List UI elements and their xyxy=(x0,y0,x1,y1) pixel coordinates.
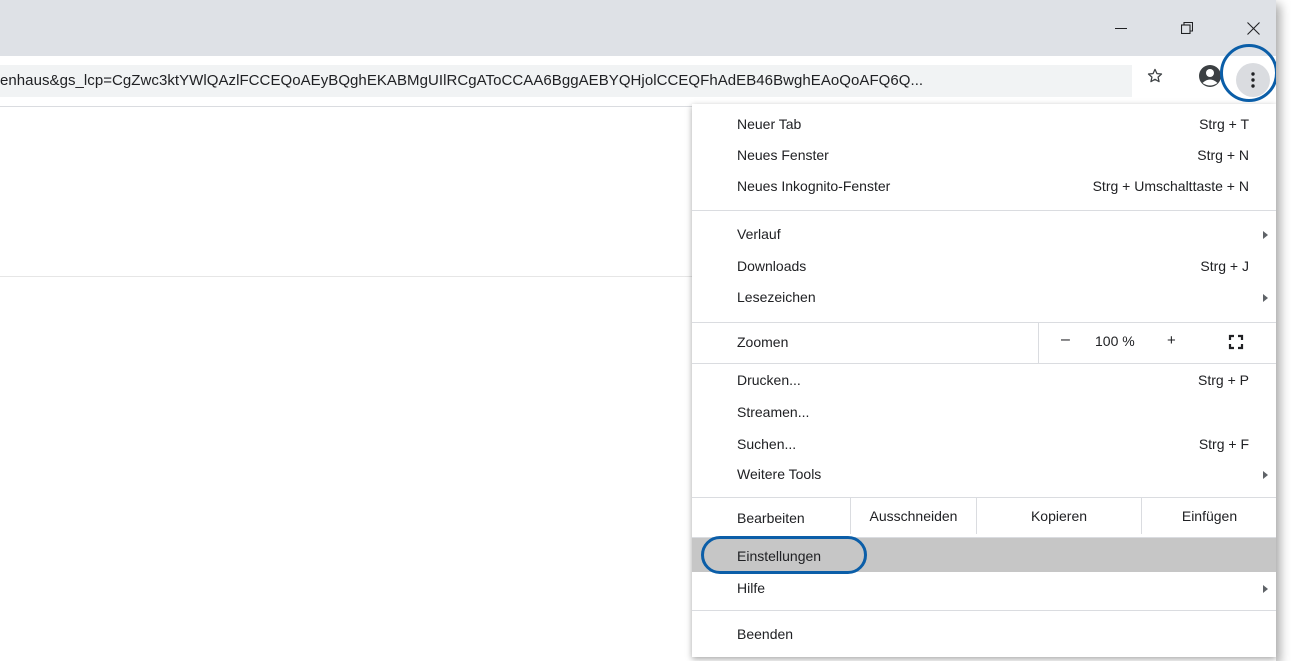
menu-item-label: Neuer Tab xyxy=(737,116,802,132)
menu-item-shortcut: Strg + P xyxy=(1198,372,1249,388)
address-url[interactable]: enhaus&gs_lcp=CgZwc3ktYWlQAzlFCCEQoAEyBQ… xyxy=(0,65,1122,97)
menu-item-label: Bearbeiten xyxy=(737,510,805,526)
menu-item-label: Streamen... xyxy=(737,404,810,420)
submenu-arrow-icon xyxy=(1263,231,1268,239)
zoom-controls: – 100 % + xyxy=(1038,322,1276,363)
menu-item-label: Neues Inkognito-Fenster xyxy=(737,178,891,194)
browser-main-menu: Neuer Tab Strg + T Neues Fenster Strg + … xyxy=(692,104,1276,657)
menu-item-shortcut: Strg + J xyxy=(1200,258,1249,274)
menu-item-label: Neues Fenster xyxy=(737,147,829,163)
menu-item-label: Drucken... xyxy=(737,372,801,388)
menu-item-label: Suchen... xyxy=(737,436,797,452)
copy-button[interactable]: Kopieren xyxy=(976,498,1141,534)
menu-item-new-window[interactable]: Neues Fenster Strg + N xyxy=(692,141,1276,171)
menu-item-label: Beenden xyxy=(737,626,794,642)
minimize-icon xyxy=(1115,28,1127,29)
menu-item-label: Weitere Tools xyxy=(737,466,822,482)
menu-item-zoom: Zoomen – 100 % + xyxy=(692,322,1276,364)
menu-item-label: Hilfe xyxy=(737,580,766,596)
menu-separator xyxy=(692,363,1276,364)
restore-button[interactable] xyxy=(1164,10,1210,46)
title-bar xyxy=(0,0,1276,56)
menu-item-label: Zoomen xyxy=(737,334,789,350)
bookmark-star-button[interactable] xyxy=(1144,65,1166,87)
menu-item-bookmarks[interactable]: Lesezeichen xyxy=(692,283,1276,313)
paste-button[interactable]: Einfügen xyxy=(1141,498,1276,534)
menu-separator xyxy=(692,610,1276,611)
menu-item-label: Lesezeichen xyxy=(737,289,816,305)
page-divider xyxy=(0,276,692,277)
menu-item-label: Downloads xyxy=(737,258,807,274)
menu-item-find[interactable]: Suchen... Strg + F xyxy=(692,430,1276,460)
menu-item-print[interactable]: Drucken... Strg + P xyxy=(692,366,1276,396)
highlight-ring-settings xyxy=(701,536,867,574)
bookmark-star-icon xyxy=(1147,68,1163,83)
fullscreen-button[interactable] xyxy=(1227,333,1245,351)
menu-item-label: Verlauf xyxy=(737,226,781,242)
browser-window: enhaus&gs_lcp=CgZwc3ktYWlQAzlFCCEQoAEyBQ… xyxy=(0,0,1276,661)
menu-item-history[interactable]: Verlauf xyxy=(692,220,1276,250)
menu-item-new-incognito-window[interactable]: Neues Inkognito-Fenster Strg + Umschaltt… xyxy=(692,172,1276,202)
zoom-in-button[interactable]: + xyxy=(1167,332,1176,349)
menu-item-shortcut: Strg + F xyxy=(1198,436,1249,452)
menu-separator xyxy=(692,210,1276,211)
menu-item-shortcut: Strg + T xyxy=(1199,116,1249,132)
menu-item-new-tab[interactable]: Neuer Tab Strg + T xyxy=(692,110,1276,140)
submenu-arrow-icon xyxy=(1263,471,1268,479)
submenu-arrow-icon xyxy=(1263,585,1268,593)
menu-item-help[interactable]: Hilfe xyxy=(692,574,1276,604)
menu-item-downloads[interactable]: Downloads Strg + J xyxy=(692,252,1276,282)
highlight-ring-menu-button xyxy=(1220,44,1276,102)
menu-item-more-tools[interactable]: Weitere Tools xyxy=(692,460,1276,490)
menu-item-shortcut: Strg + N xyxy=(1197,147,1249,163)
zoom-level: 100 % xyxy=(1095,333,1135,349)
address-bar[interactable]: enhaus&gs_lcp=CgZwc3ktYWlQAzlFCCEQoAEyBQ… xyxy=(0,65,1132,97)
close-icon xyxy=(1246,21,1260,35)
zoom-out-button[interactable]: – xyxy=(1061,331,1070,349)
menu-item-shortcut: Strg + Umschalttaste + N xyxy=(1092,178,1249,194)
fullscreen-icon xyxy=(1228,334,1244,350)
menu-item-edit: Bearbeiten Ausschneiden Kopieren Einfüge… xyxy=(692,498,1276,538)
cut-button[interactable]: Ausschneiden xyxy=(850,498,976,534)
menu-item-cast[interactable]: Streamen... xyxy=(692,398,1276,428)
minimize-button[interactable] xyxy=(1098,10,1144,46)
restore-icon xyxy=(1181,22,1193,34)
browser-toolbar: enhaus&gs_lcp=CgZwc3ktYWlQAzlFCCEQoAEyBQ… xyxy=(0,56,1276,107)
close-window-button[interactable] xyxy=(1230,10,1276,46)
menu-item-exit[interactable]: Beenden xyxy=(692,620,1276,650)
submenu-arrow-icon xyxy=(1263,294,1268,302)
